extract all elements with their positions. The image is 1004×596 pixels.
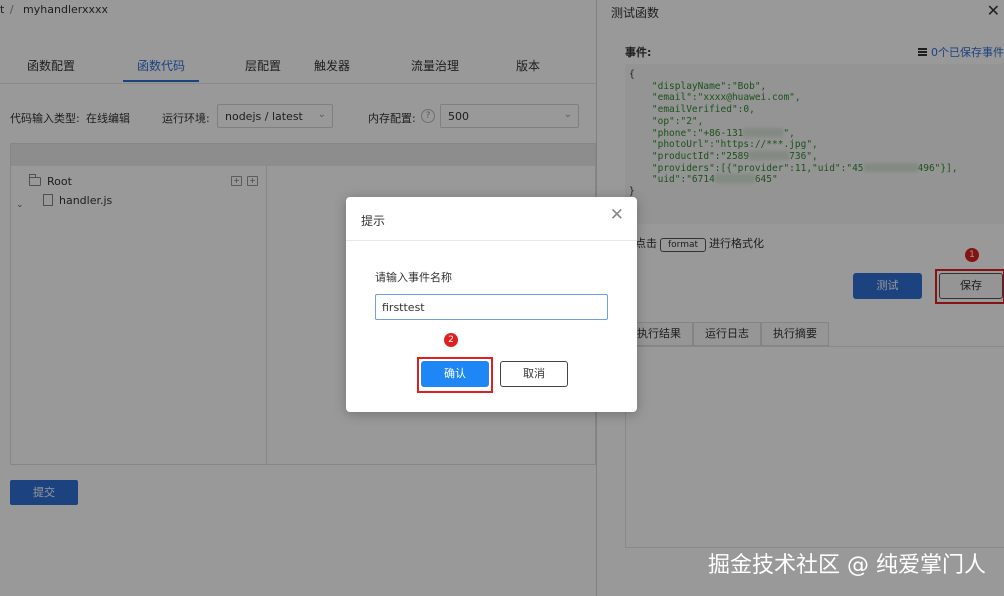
confirm-button[interactable]: 确认: [421, 361, 489, 387]
watermark-text: 掘金技术社区 @ 纯爱掌门人: [708, 553, 986, 578]
cancel-button[interactable]: 取消: [500, 361, 568, 387]
dialog-title: 提示: [361, 214, 386, 228]
event-name-label: 请输入事件名称: [375, 271, 452, 284]
dialog-divider: [346, 240, 637, 241]
event-name-dialog: 提示 ✕ 请输入事件名称 2 确认 取消: [346, 197, 637, 412]
step-badge-2: 2: [444, 333, 458, 347]
event-name-input[interactable]: [375, 294, 608, 320]
close-icon[interactable]: ✕: [610, 207, 624, 224]
